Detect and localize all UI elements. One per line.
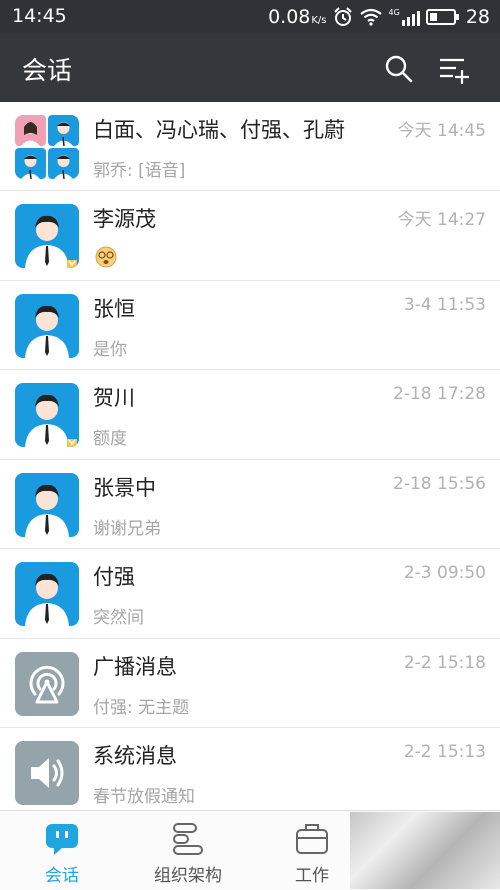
tab-work[interactable]: 工作 bbox=[280, 811, 344, 890]
conversation-name: 系统消息 bbox=[93, 744, 177, 768]
app-header: 会话 bbox=[0, 34, 500, 102]
conversation-name: 贺川 bbox=[93, 386, 135, 410]
conversation-time: 今天 14:27 bbox=[397, 210, 486, 230]
network-speed: 0.08K/s bbox=[268, 6, 327, 28]
battery-level: 28 bbox=[465, 6, 490, 28]
tab-org-structure[interactable]: 组织架构 bbox=[140, 811, 236, 890]
tab-conversations[interactable]: 会话 bbox=[20, 811, 104, 890]
conversation-preview: 春节放假通知 bbox=[93, 787, 195, 807]
conversation-preview: 是你 bbox=[93, 339, 127, 360]
chat-bubble-icon bbox=[46, 824, 78, 855]
person-avatar bbox=[15, 472, 79, 537]
speaker-avatar bbox=[15, 741, 79, 805]
dizzy-face-emoji-icon bbox=[95, 246, 117, 268]
conversation-row[interactable]: 白面、冯心瑞、付强、孔蔚 今天 14:45 郭乔: [语音] bbox=[0, 102, 500, 191]
conversation-row[interactable]: 系统消息 2-2 15:13 春节放假通知 bbox=[0, 728, 500, 810]
person-avatar bbox=[15, 383, 79, 447]
add-menu-button[interactable] bbox=[436, 52, 470, 86]
conversation-row[interactable]: 张景中 2-18 15:56 谢谢兄弟 bbox=[0, 459, 500, 549]
list-add-icon bbox=[440, 58, 469, 84]
conversation-preview: 突然间 bbox=[93, 608, 144, 628]
conversation-time: 2-2 15:13 bbox=[403, 742, 486, 762]
conversation-preview: 谢谢兄弟 bbox=[93, 518, 161, 539]
conversation-name: 付强 bbox=[93, 565, 135, 589]
conversation-name: 白面、冯心瑞、付强、孔蔚 bbox=[93, 118, 345, 142]
briefcase-icon bbox=[296, 824, 328, 854]
conversation-name: 张景中 bbox=[93, 475, 156, 500]
org-chart-icon bbox=[173, 823, 203, 855]
broadcast-avatar bbox=[15, 651, 79, 716]
conversation-preview: 额度 bbox=[93, 429, 127, 449]
conversation-name: 张恒 bbox=[93, 296, 135, 321]
conversation-name: 李源茂 bbox=[93, 207, 156, 231]
status-bar: 14:45 0.08K/s 4G 28 bbox=[0, 0, 500, 34]
wifi-icon bbox=[359, 8, 382, 26]
alarm-icon bbox=[333, 7, 352, 26]
conversation-time: 2-18 17:28 bbox=[393, 384, 486, 404]
conversation-list[interactable]: 白面、冯心瑞、付强、孔蔚 今天 14:45 郭乔: [语音] 李源茂 今天 14… bbox=[0, 102, 500, 810]
conversation-time: 2-2 15:18 bbox=[403, 652, 486, 673]
conversation-row[interactable]: 广播消息 2-2 15:18 付强: 无主题 bbox=[0, 638, 500, 728]
conversation-row[interactable]: 付强 2-3 09:50 突然间 bbox=[0, 549, 500, 639]
search-icon bbox=[385, 55, 413, 83]
pixelated-overlay bbox=[350, 812, 500, 889]
person-avatar bbox=[15, 562, 79, 626]
conversation-preview: 付强: 无主题 bbox=[93, 697, 190, 718]
conversation-row[interactable]: 贺川 2-18 17:28 额度 bbox=[0, 370, 500, 460]
conversation-time: 今天 14:45 bbox=[397, 121, 486, 141]
person-avatar bbox=[15, 204, 79, 268]
conversation-time: 2-3 09:50 bbox=[403, 563, 486, 583]
conversation-time: 3-4 11:53 bbox=[403, 294, 486, 315]
page-title: 会话 bbox=[22, 56, 73, 85]
battery-icon bbox=[425, 9, 459, 25]
conversation-row[interactable]: 张恒 3-4 11:53 是你 bbox=[0, 280, 500, 370]
search-button[interactable] bbox=[382, 52, 416, 86]
status-time: 14:45 bbox=[12, 5, 67, 27]
status-icons: 0.08K/s 4G 28 bbox=[268, 5, 490, 29]
conversation-preview: 郭乔: [语音] bbox=[93, 161, 186, 181]
conversation-row[interactable]: 李源茂 今天 14:27 bbox=[0, 191, 500, 281]
conversation-time: 2-18 15:56 bbox=[393, 473, 486, 494]
conversation-name: 广播消息 bbox=[93, 654, 177, 679]
group-avatar bbox=[15, 115, 79, 179]
person-avatar bbox=[15, 293, 79, 358]
signal-4g: 4G bbox=[389, 8, 420, 26]
